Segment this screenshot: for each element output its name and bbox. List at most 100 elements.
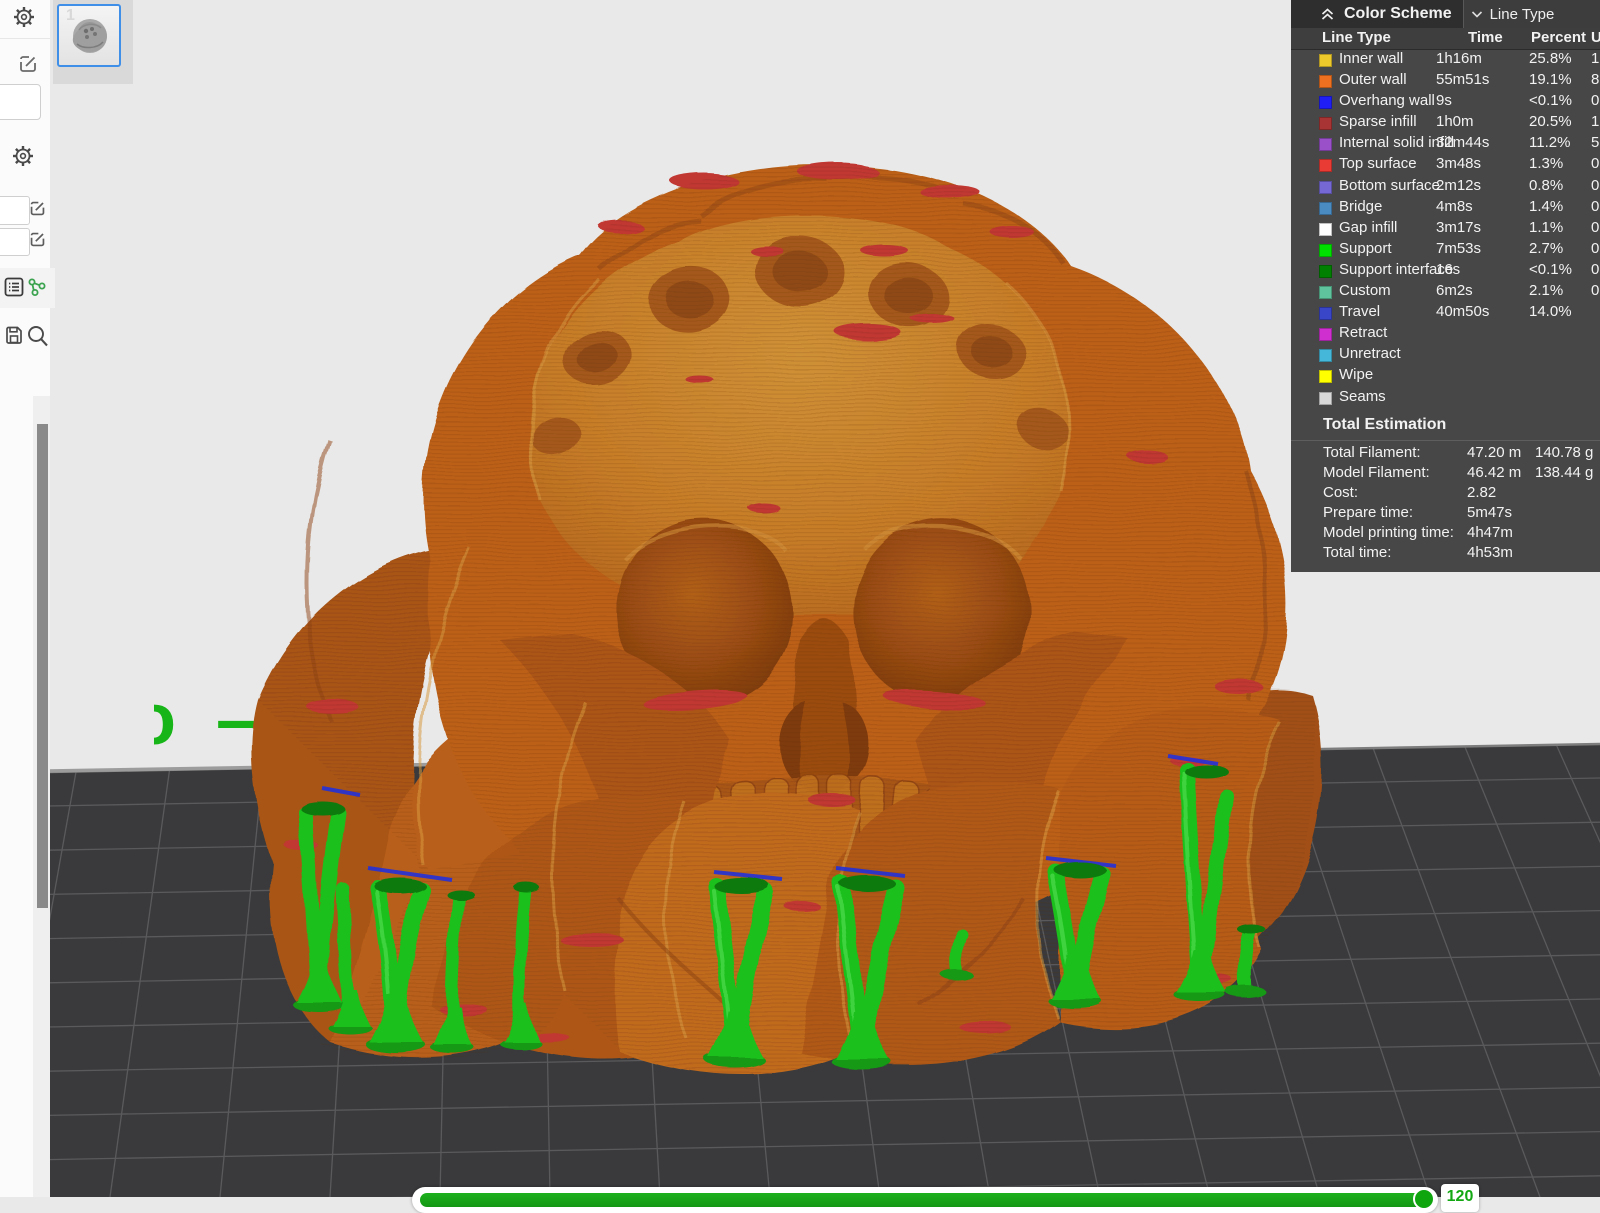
gear-icon[interactable]	[12, 145, 34, 167]
view-type-select[interactable]: Line Type	[1462, 0, 1600, 28]
legend-row[interactable]: Unretract	[1291, 345, 1600, 366]
slicer-preview-window: { "window": {"app_kind": "3d-print-slice…	[0, 0, 1600, 1213]
scrollbar-thumb[interactable]	[37, 424, 48, 908]
line-type-time: 6m2s	[1436, 282, 1473, 300]
line-type-label: Seams	[1339, 387, 1386, 405]
edit-icon[interactable]	[18, 54, 38, 74]
line-type-used: 0	[1591, 197, 1600, 215]
plates-thumbnail-bar: 1	[53, 0, 133, 84]
total-label: Total time:	[1323, 543, 1392, 561]
edit-icon[interactable]	[29, 231, 46, 248]
line-type-percent: 2.7%	[1529, 239, 1564, 257]
line-type-time: 32m44s	[1436, 134, 1490, 152]
legend-row[interactable]: Gap infill 3m17s 1.1% 0	[1291, 219, 1600, 240]
sidebar-input[interactable]	[0, 196, 30, 225]
legend-row[interactable]: Wipe	[1291, 366, 1600, 387]
sidebar-input[interactable]	[0, 228, 30, 256]
legend-row[interactable]: Internal solid infill 32m44s 11.2% 5	[1291, 134, 1600, 155]
line-type-color-chip	[1319, 243, 1332, 257]
line-type-color-chip	[1319, 96, 1332, 110]
legend-row[interactable]: Overhang wall 9s <0.1% 0	[1291, 92, 1600, 113]
total-value: 4h53m	[1467, 543, 1513, 561]
line-type-used: 0	[1591, 282, 1600, 300]
line-type-label: Gap infill	[1339, 218, 1398, 236]
total-value-2: 140.78 g	[1535, 443, 1594, 461]
line-type-time: 9s	[1436, 92, 1452, 110]
total-value: 5m47s	[1467, 503, 1513, 521]
total-row: Prepare time: 5m47s	[1291, 504, 1600, 524]
line-type-time: 1h16m	[1436, 50, 1482, 67]
line-type-percent: 11.2%	[1529, 134, 1571, 152]
line-type-color-chip	[1319, 286, 1332, 300]
line-type-label: Bottom surface	[1339, 176, 1440, 194]
tune-icon[interactable]	[27, 277, 47, 297]
gear-icon[interactable]	[13, 6, 35, 28]
column-line-type: Line Type	[1322, 29, 1391, 46]
legend-row[interactable]: Sparse infill 1h0m 20.5% 1	[1291, 113, 1600, 134]
line-type-used: 0	[1591, 176, 1600, 194]
edit-icon[interactable]	[29, 200, 46, 217]
line-type-time: 7m53s	[1436, 239, 1482, 257]
line-type-color-chip	[1319, 391, 1332, 405]
legend-row[interactable]: Seams	[1291, 388, 1600, 409]
legend-row[interactable]: Custom 6m2s 2.1% 0	[1291, 282, 1600, 303]
legend-row[interactable]: Bottom surface 2m12s 0.8% 0	[1291, 177, 1600, 198]
line-type-label: Outer wall	[1339, 71, 1407, 89]
line-type-time: 3m48s	[1436, 155, 1482, 173]
sidebar-input[interactable]	[0, 84, 41, 120]
line-type-color-chip	[1319, 75, 1332, 89]
column-time: Time	[1468, 29, 1503, 46]
legend-row[interactable]: Bridge 4m8s 1.4% 0	[1291, 198, 1600, 219]
legend-row[interactable]: Top surface 3m48s 1.3% 0	[1291, 155, 1600, 176]
legend-row[interactable]: Support 7m53s 2.7% 0	[1291, 240, 1600, 261]
line-type-color-chip	[1319, 222, 1332, 236]
plate-thumbnail-1[interactable]: 1	[57, 4, 121, 67]
line-type-used: 8	[1591, 71, 1600, 89]
layer-slider-handle[interactable]	[1413, 1188, 1435, 1210]
line-type-color-chip	[1319, 117, 1332, 131]
legend-row[interactable]: Support interface 16s <0.1% 0	[1291, 261, 1600, 282]
total-estimation-rows: Total Filament: 47.20 m 140.78 g Model Fila…	[1291, 444, 1600, 564]
legend-rows: Inner wall 1h16m 25.8% 1 Outer wall 55m51s 19.…	[1291, 50, 1600, 409]
total-label: Cost:	[1323, 483, 1359, 501]
search-icon[interactable]	[26, 324, 50, 349]
legend-row[interactable]: Outer wall 55m51s 19.1% 8	[1291, 71, 1600, 92]
line-type-percent: 1.1%	[1529, 218, 1564, 236]
line-type-label: Custom	[1339, 282, 1391, 300]
legend-table-header: Line Type Time Percent U	[1291, 28, 1600, 50]
legend-row[interactable]: Travel 40m50s 14.0%	[1291, 303, 1600, 324]
line-type-time: 2m12s	[1436, 176, 1482, 194]
total-estimation-title: Total Estimation	[1323, 415, 1447, 433]
line-type-percent: 25.8%	[1529, 50, 1572, 67]
legend-row[interactable]: Inner wall 1h16m 25.8% 1	[1291, 50, 1600, 71]
line-type-used: 0	[1591, 239, 1600, 257]
save-icon[interactable]	[5, 326, 23, 345]
line-type-color-chip	[1319, 159, 1332, 173]
layer-slider[interactable]	[412, 1187, 1438, 1213]
line-type-percent: 0.8%	[1529, 176, 1564, 194]
chevron-down-icon	[1471, 10, 1482, 18]
line-type-label: Travel	[1339, 303, 1381, 321]
line-type-used: 5	[1591, 134, 1600, 152]
plate-number: 1	[66, 7, 75, 24]
total-value: 47.20 m	[1467, 443, 1522, 461]
legend-row[interactable]: Retract	[1291, 324, 1600, 345]
list-icon[interactable]	[4, 277, 24, 297]
line-type-time: 55m51s	[1436, 71, 1490, 89]
line-type-color-chip	[1319, 307, 1332, 321]
line-type-color-chip	[1319, 328, 1332, 342]
line-type-used: 1	[1591, 50, 1600, 67]
chevrons-up-icon[interactable]	[1320, 7, 1335, 22]
line-type-used: 0	[1591, 218, 1600, 236]
line-type-percent: 2.1%	[1529, 282, 1564, 300]
line-type-percent: 1.4%	[1529, 197, 1564, 215]
color-scheme-panel: Color Scheme Line Type Line Type Time Pe…	[1291, 0, 1600, 572]
line-type-color-chip	[1319, 201, 1332, 215]
total-row: Total Filament: 47.20 m 140.78 g	[1291, 444, 1600, 464]
view-type-value: Line Type	[1489, 5, 1555, 23]
line-type-label: Bridge	[1339, 197, 1383, 215]
color-scheme-header: Color Scheme Line Type	[1291, 0, 1600, 28]
total-value: 2.82	[1467, 483, 1497, 501]
line-type-color-chip	[1319, 370, 1332, 384]
line-type-used: 1	[1591, 113, 1600, 131]
